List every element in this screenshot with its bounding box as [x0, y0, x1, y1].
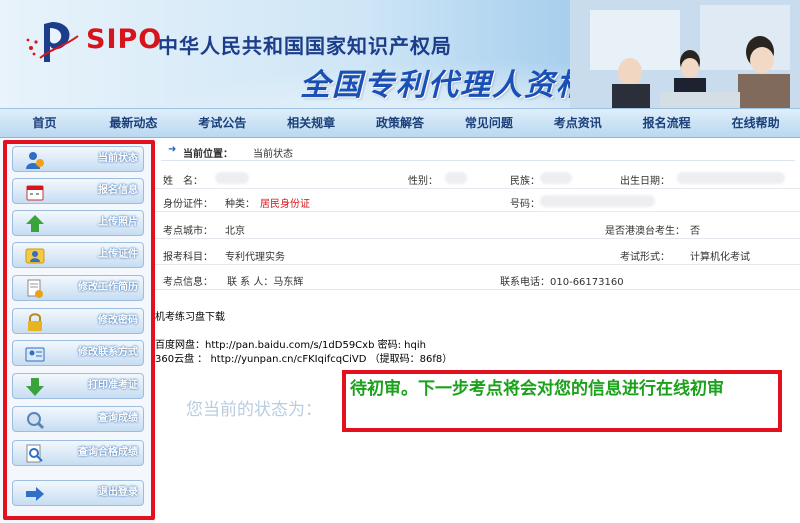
hk-macau-tw-value: 否 — [690, 226, 700, 237]
id-type-label: 种类： — [225, 199, 255, 210]
banner-photo — [570, 0, 800, 108]
status-value: 待初审。下一步考点将会对您的信息进行在线初审 — [350, 379, 724, 399]
yun360-download-link[interactable]: 360云盘 ： http://yunpan.cn/cFKIqifcqCiVD （… — [155, 350, 452, 365]
subject-value: 专利代理实务 — [225, 252, 285, 263]
contact-person: 联 系 人：马东辉 — [227, 277, 304, 288]
arrow-right-icon: ➜ — [168, 144, 177, 155]
id-number-value-redacted — [540, 195, 655, 210]
status-label: 您当前的状态为： — [186, 400, 322, 420]
nav-policy-answers[interactable]: 政策解答 — [356, 109, 445, 137]
id-number-label: 号码： — [510, 199, 540, 210]
ethnicity-value-redacted — [540, 172, 572, 187]
name-label: 姓 名： — [163, 176, 203, 187]
site-info-label: 考点信息： — [163, 277, 213, 288]
contact-phone: 联系电话：010-66173160 — [500, 277, 624, 288]
nav-exam-site-info[interactable]: 考点资讯 — [533, 109, 622, 137]
exam-city-value: 北京 — [225, 226, 245, 237]
org-name: 中华人民共和国国家知识产权局 — [158, 34, 452, 58]
breadcrumb-label: 当前位置： — [183, 149, 233, 160]
downloads-title: 机考练习盘下载 — [155, 312, 225, 323]
info-row-contact: 考点信息： 联 系 人：马东辉 联系电话：010-66173160 — [155, 267, 800, 290]
logo-text: SIPO — [86, 24, 163, 55]
gender-label: 性别： — [408, 176, 438, 187]
baidu-download-link[interactable]: 百度网盘：http://pan.baidu.com/s/1dD59Cxb 密码:… — [155, 336, 426, 351]
nav-regulations[interactable]: 相关规章 — [267, 109, 356, 137]
nav-online-help[interactable]: 在线帮助 — [711, 109, 800, 137]
info-row-id: 身份证件： 种类： 居民身份证 号码： — [155, 189, 800, 212]
main-content: ➜ 当前位置： 当前状态 姓 名： 性别： 民族： 出生日期： 身份证件： 种类… — [155, 138, 800, 523]
exam-form-value: 计算机化考试 — [690, 252, 750, 263]
name-value-redacted — [215, 172, 249, 187]
birthdate-value-redacted — [677, 172, 785, 187]
info-row-site: 考点城市： 北京 是否港澳台考生： 否 — [155, 216, 800, 239]
header-banner: SIPO 中华人民共和国国家知识产权局 全国专利代理人资格考试 — [0, 0, 800, 108]
gender-value-redacted — [445, 172, 467, 187]
info-row-subject: 报考科目： 专利代理实务 考试形式： 计算机化考试 — [155, 242, 800, 265]
nav-faq[interactable]: 常见问题 — [444, 109, 533, 137]
nav-home[interactable]: 首页 — [0, 109, 89, 137]
breadcrumb-current: 当前状态 — [253, 149, 293, 160]
id-type-value: 居民身份证 — [260, 199, 310, 210]
nav-exam-announcements[interactable]: 考试公告 — [178, 109, 267, 137]
exam-form-label: 考试形式： — [620, 252, 670, 263]
subject-label: 报考科目： — [163, 252, 213, 263]
info-row-personal: 姓 名： 性别： 民族： 出生日期： — [155, 166, 800, 189]
nav-latest-news[interactable]: 最新动态 — [89, 109, 178, 137]
nav-registration-process[interactable]: 报名流程 — [622, 109, 711, 137]
birthdate-label: 出生日期： — [620, 176, 670, 187]
sidebar-highlight-frame — [3, 140, 155, 520]
status-highlight-frame: 待初审。下一步考点将会对您的信息进行在线初审 — [342, 370, 782, 432]
exam-city-label: 考点城市： — [163, 226, 213, 237]
id-doc-label: 身份证件： — [163, 199, 213, 210]
main-nav: 首页 最新动态 考试公告 相关规章 政策解答 常见问题 考点资讯 报名流程 在线… — [0, 108, 800, 138]
sipo-logo-icon — [26, 22, 79, 62]
ethnicity-label: 民族： — [510, 176, 540, 187]
breadcrumb: ➜ 当前位置： 当前状态 — [161, 143, 795, 161]
hk-macau-tw-label: 是否港澳台考生： — [605, 226, 685, 237]
